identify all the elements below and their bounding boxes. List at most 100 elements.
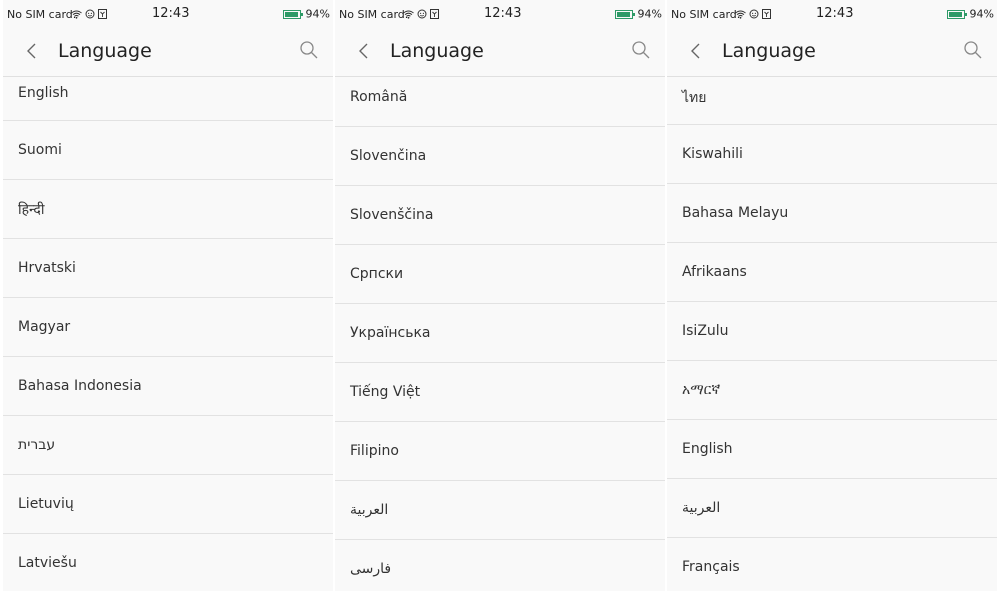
back-chevron-icon[interactable] (353, 40, 375, 62)
language-item[interactable]: Kiswahili (667, 125, 997, 184)
language-list: ไทย Kiswahili Bahasa Melayu Afrikaans Is… (667, 77, 997, 591)
language-label: العربية (350, 502, 389, 518)
battery-icon (614, 9, 635, 19)
language-item[interactable]: IsiZulu (667, 302, 997, 361)
language-item[interactable]: Română (335, 77, 665, 127)
wifi-icon (735, 10, 746, 19)
language-item[interactable]: English (667, 420, 997, 479)
language-item[interactable]: Hrvatski (3, 239, 333, 298)
storage-icon (430, 9, 439, 19)
page-title: Language (390, 40, 484, 62)
language-item[interactable]: Français (667, 538, 997, 591)
status-icons (403, 7, 442, 20)
back-chevron-icon[interactable] (685, 40, 707, 62)
battery-percentage: 94% (969, 7, 994, 21)
language-item[interactable]: עברית (3, 416, 333, 475)
language-label: Lietuvių (18, 496, 74, 512)
language-item[interactable]: Afrikaans (667, 243, 997, 302)
language-item[interactable]: Bahasa Indonesia (3, 357, 333, 416)
app-header: Language (3, 28, 333, 77)
language-label: Français (682, 559, 740, 575)
language-item[interactable]: Српски (335, 245, 665, 304)
language-item[interactable]: Suomi (3, 121, 333, 180)
battery-icon (946, 9, 967, 19)
page-title: Language (58, 40, 152, 62)
language-item[interactable]: ไทย (667, 77, 997, 125)
language-label: Bahasa Indonesia (18, 378, 142, 394)
language-label: Latviešu (18, 555, 77, 571)
search-icon[interactable] (299, 40, 319, 60)
battery-indicator: 94% (614, 7, 662, 21)
app-header: Language (667, 28, 997, 77)
language-item[interactable]: Slovenščina (335, 186, 665, 245)
language-item[interactable]: Slovenčina (335, 127, 665, 186)
battery-indicator: 94% (946, 7, 994, 21)
carrier-text: No SIM card. (671, 8, 741, 21)
phone-screen-2: No SIM card. 12:43 94% Language Română S… (335, 0, 665, 591)
language-label: Slovenčina (350, 148, 427, 164)
battery-percentage: 94% (305, 7, 330, 21)
search-icon[interactable] (963, 40, 983, 60)
notification-icon (749, 9, 759, 19)
language-item[interactable]: Bahasa Melayu (667, 184, 997, 243)
status-icons (735, 7, 774, 20)
language-label: العربية (682, 500, 721, 516)
language-label: Slovenščina (350, 207, 434, 223)
language-item[interactable]: Magyar (3, 298, 333, 357)
notification-icon (85, 9, 95, 19)
language-label: עברית (18, 437, 56, 453)
language-item[interactable]: English (3, 77, 333, 121)
wifi-icon (71, 10, 82, 19)
status-time: 12:43 (816, 6, 854, 21)
language-label: Bahasa Melayu (682, 205, 789, 221)
phone-screen-1: No SIM card. 12:43 94% Language English … (3, 0, 333, 591)
language-item[interactable]: Lietuvių (3, 475, 333, 534)
status-time: 12:43 (152, 6, 190, 21)
status-icons (71, 7, 110, 20)
language-item[interactable]: العربية (667, 479, 997, 538)
battery-icon (282, 9, 303, 19)
language-label: Suomi (18, 142, 62, 158)
notification-icon (417, 9, 427, 19)
language-item[interactable]: فارسی (335, 540, 665, 591)
battery-indicator: 94% (282, 7, 330, 21)
language-label: हिन्दी (18, 201, 45, 218)
status-time: 12:43 (484, 6, 522, 21)
carrier-text: No SIM card. (339, 8, 409, 21)
language-item[interactable]: Tiếng Việt (335, 363, 665, 422)
language-item[interactable]: العربية (335, 481, 665, 540)
phone-screen-3: No SIM card. 12:43 94% Language ไทย Kisw… (667, 0, 997, 591)
page-title: Language (722, 40, 816, 62)
language-item[interactable]: አማርኛ (667, 361, 997, 420)
language-label: فارسی (350, 561, 392, 577)
language-label: English (682, 441, 733, 457)
language-item[interactable]: Latviešu (3, 534, 333, 591)
status-bar: No SIM card. 12:43 94% (667, 0, 997, 28)
language-list: English Suomi हिन्दी Hrvatski Magyar Bah… (3, 77, 333, 591)
language-label: Magyar (18, 319, 71, 335)
language-label: Hrvatski (18, 260, 76, 276)
app-header: Language (335, 28, 665, 77)
language-label: Română (350, 89, 408, 105)
language-label: Filipino (350, 443, 399, 459)
language-label: Tiếng Việt (350, 384, 421, 400)
language-label: አማርኛ (682, 382, 721, 398)
language-item[interactable]: Українська (335, 304, 665, 363)
language-item[interactable]: हिन्दी (3, 180, 333, 239)
storage-icon (762, 9, 771, 19)
battery-percentage: 94% (637, 7, 662, 21)
back-chevron-icon[interactable] (21, 40, 43, 62)
wifi-icon (403, 10, 414, 19)
status-bar: No SIM card. 12:43 94% (335, 0, 665, 28)
language-label: ไทย (682, 90, 707, 106)
language-list: Română Slovenčina Slovenščina Српски Укр… (335, 77, 665, 591)
language-label: Српски (350, 266, 404, 282)
storage-icon (98, 9, 107, 19)
language-label: Afrikaans (682, 264, 747, 280)
search-icon[interactable] (631, 40, 651, 60)
language-label: Kiswahili (682, 146, 743, 162)
language-label: English (18, 85, 69, 101)
language-label: IsiZulu (682, 323, 729, 339)
language-item[interactable]: Filipino (335, 422, 665, 481)
status-bar: No SIM card. 12:43 94% (3, 0, 333, 28)
